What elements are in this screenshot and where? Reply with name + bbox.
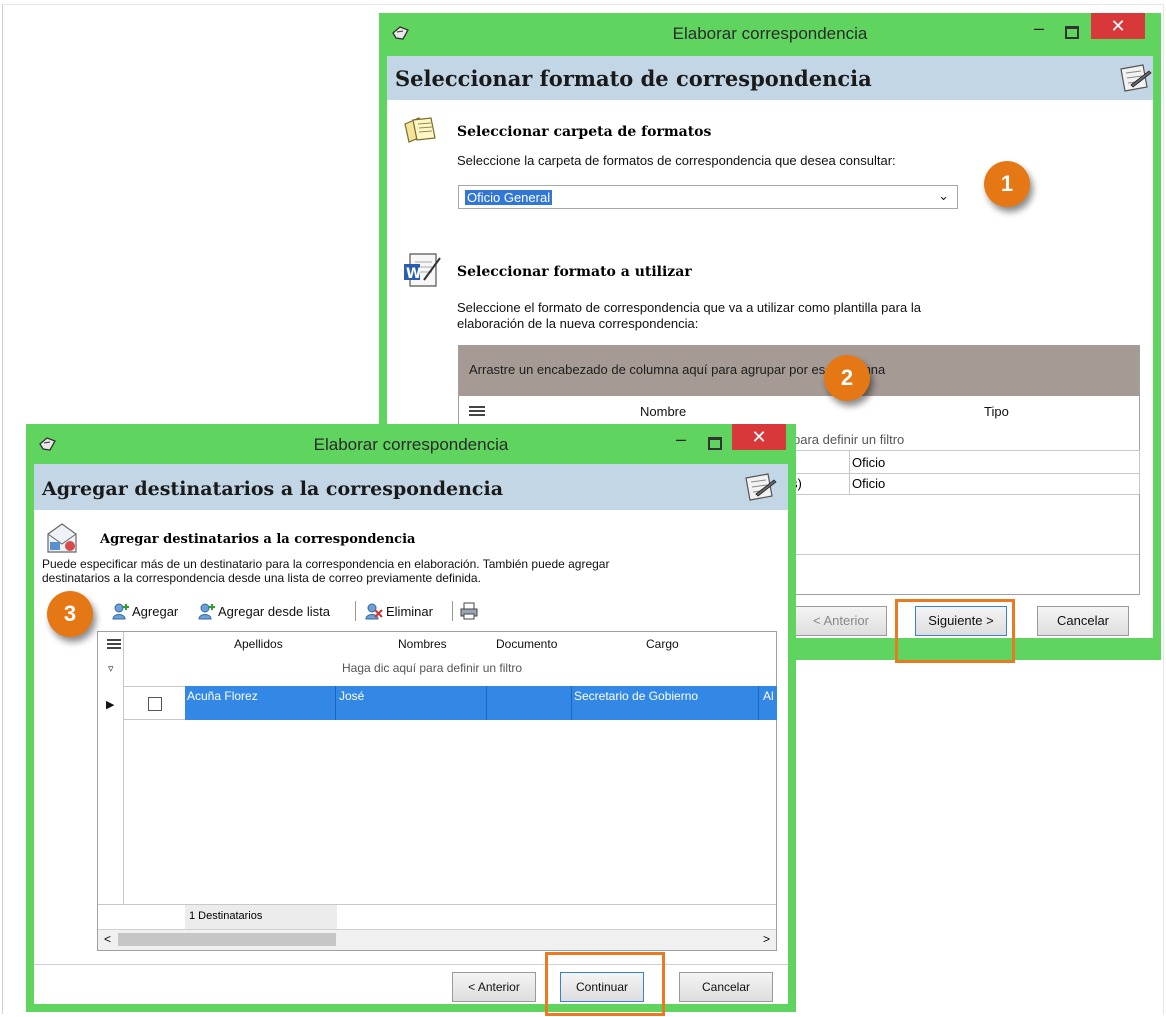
page-title: Agregar destinatarios a la correspondenc…	[42, 478, 504, 500]
step-badge-2: 2	[824, 355, 870, 401]
section-desc-line2: destinatarios a la correspondencia desde…	[42, 571, 481, 585]
maximize-button[interactable]	[1065, 26, 1079, 39]
column-header-tipo[interactable]: Tipo	[984, 404, 1009, 419]
filter-hint[interactable]: Haga dic aquí para definir un filtro	[342, 661, 522, 675]
next-button-highlight	[895, 599, 1015, 663]
column-header-nombre[interactable]: Nombre	[640, 404, 686, 419]
chevron-down-icon[interactable]: ⌄	[938, 188, 949, 204]
column-divider	[335, 686, 336, 720]
svg-text:W: W	[406, 266, 421, 282]
table-row[interactable]: Acuña Florez José Secretario de Gobierno…	[185, 686, 777, 720]
column-divider	[758, 686, 759, 720]
grid-footer-line	[759, 554, 1139, 555]
add-from-list-icon[interactable]	[198, 602, 216, 620]
column-divider	[849, 450, 850, 494]
folder-icon	[404, 117, 436, 143]
writing-icon	[745, 473, 777, 501]
scrollbar-thumb[interactable]	[118, 933, 336, 946]
recipients-icon	[47, 523, 77, 553]
minimize-button[interactable]: –	[1030, 19, 1048, 39]
delete-recipient-icon[interactable]	[365, 602, 383, 620]
section-desc-line1: Puede especificar más de un destinatario…	[42, 557, 610, 571]
close-button[interactable]: ✕	[1091, 13, 1145, 39]
section-desc-format-line2: elaboración de la nueva correspondencia:	[457, 316, 699, 331]
continue-button-highlight	[545, 952, 665, 1016]
add-from-list-button[interactable]: Agregar desde lista	[218, 604, 330, 619]
group-by-band[interactable]: Arrastre un encabezado de columna aquí p…	[459, 346, 1139, 396]
cancel-button[interactable]: Cancelar	[679, 972, 773, 1002]
column-divider	[1139, 450, 1140, 494]
row-indicator-column	[98, 632, 124, 932]
cancel-button[interactable]: Cancelar	[1037, 606, 1129, 636]
prev-button[interactable]: < Anterior	[795, 606, 887, 636]
front-window: Elaborar correspondencia – ✕ Agregar des…	[26, 424, 796, 1012]
maximize-button[interactable]	[708, 437, 722, 450]
close-button[interactable]: ✕	[732, 424, 786, 450]
print-icon[interactable]	[460, 602, 478, 620]
delete-button[interactable]: Eliminar	[386, 604, 433, 619]
header-band: Agregar destinatarios a la correspondenc…	[34, 464, 788, 510]
section-title-folder: Seleccionar carpeta de formatos	[457, 124, 712, 140]
header-band: Seleccionar formato de correspondencia	[387, 56, 1153, 100]
footer-divider	[34, 964, 788, 965]
table-row-border	[123, 686, 185, 720]
column-divider	[486, 686, 487, 720]
filter-hint[interactable]: para definir un filtro	[793, 432, 904, 447]
table-row[interactable]: s) Oficio	[759, 472, 1139, 495]
cell-apellidos: Acuña Florez	[187, 689, 258, 703]
word-document-icon: W	[404, 253, 441, 287]
scroll-right-arrow[interactable]: >	[763, 932, 770, 946]
toolbar-separator	[452, 601, 453, 621]
column-divider	[571, 686, 572, 720]
section-desc-format-line1: Seleccione el formato de correspondencia…	[457, 300, 921, 315]
add-recipient-icon[interactable]	[112, 602, 130, 620]
cell-tipo: Oficio	[852, 455, 886, 470]
step-badge-1: 1	[984, 161, 1030, 207]
back-window-titlebar[interactable]: Elaborar correspondencia – ✕	[379, 13, 1161, 57]
group-by-hint: Arrastre un encabezado de columna aquí p…	[469, 362, 886, 377]
section-desc-folder: Seleccione la carpeta de formatos de cor…	[457, 153, 896, 168]
horizontal-scrollbar[interactable]: < >	[98, 929, 776, 950]
table-row[interactable]: Oficio	[759, 450, 1139, 474]
add-button[interactable]: Agregar	[132, 604, 178, 619]
writing-icon	[1120, 64, 1152, 92]
front-window-titlebar[interactable]: Elaborar correspondencia – ✕	[26, 424, 796, 468]
cell-extra: Al	[763, 689, 774, 703]
cell-tipo: Oficio	[852, 476, 886, 491]
scroll-left-arrow[interactable]: <	[104, 932, 111, 946]
step-badge-3: 3	[47, 591, 93, 637]
minimize-button[interactable]: –	[672, 430, 690, 450]
cell-cargo: Secretario de Gobierno	[574, 689, 699, 703]
page-title: Seleccionar formato de correspondencia	[395, 66, 872, 91]
folder-select-value: Oficio General	[465, 190, 553, 205]
folder-select[interactable]: Oficio General ⌄	[458, 185, 958, 209]
prev-button[interactable]: < Anterior	[452, 972, 536, 1002]
cell-nombres: José	[339, 689, 365, 703]
column-header-documento[interactable]: Documento	[496, 637, 557, 651]
grid-footer: 1 Destinatarios	[98, 904, 776, 929]
toolbar-separator	[355, 601, 356, 621]
recipients-grid[interactable]: Apellidos Nombres Documento Cargo ▿ Haga…	[97, 631, 777, 951]
column-header-nombres[interactable]: Nombres	[398, 637, 447, 651]
section-title-recipients: Agregar destinatarios a la correspondenc…	[100, 532, 416, 547]
column-chooser-icon[interactable]	[469, 406, 485, 416]
front-window-client: Agregar destinatarios a la correspondenc…	[34, 464, 788, 1004]
section-title-format: Seleccionar formato a utilizar	[457, 264, 692, 280]
recipient-count: 1 Destinatarios	[189, 910, 263, 922]
row-pointer-icon: ▶	[106, 699, 115, 711]
column-header-apellidos[interactable]: Apellidos	[234, 637, 283, 651]
column-header-cargo[interactable]: Cargo	[646, 637, 679, 651]
